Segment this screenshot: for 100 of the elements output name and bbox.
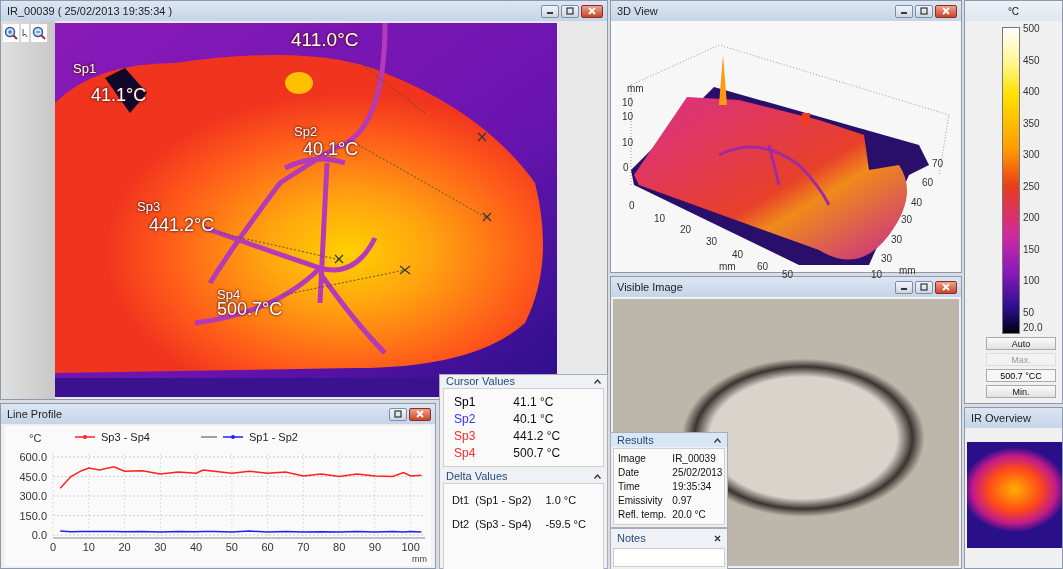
delta-name: Dt1 (Sp1 - Sp2) [452,494,532,506]
scale-button[interactable]: Auto [986,337,1056,350]
axis-tick-label: 30 [891,234,903,245]
scale-tick-label: 100 [1023,275,1040,286]
collapse-icon[interactable] [594,378,601,384]
axis-tick-label: 30 [706,236,718,247]
restore-icon [920,283,928,291]
minimize-button[interactable] [895,4,913,18]
scale-tick-label: 250 [1023,180,1040,192]
close-button[interactable] [935,280,957,294]
axis-tick-label: 0 [629,200,635,211]
collapse-icon[interactable] [714,437,721,443]
scale-tick-label: 500 [1023,23,1040,34]
axis-tick-label: 0 [623,162,629,173]
close-icon [416,410,424,418]
value-field[interactable]: 500.7 °CC [986,369,1056,382]
window-title: Visible Image [617,281,684,293]
axis-tick-label: mm [627,83,644,94]
axis-tick-label: 30 [881,253,893,264]
max-temperature-label: 411.0°C [291,29,359,51]
axis-tick-label: 50 [782,269,794,280]
close-icon [942,283,950,291]
axis-tick-label: 80 [333,541,346,553]
collapse-icon[interactable] [594,473,601,479]
restore-icon [394,410,402,418]
pointer-icon[interactable] [21,24,29,42]
axis-tick-label: 0 [49,541,57,553]
axis-tick-label: 30 [154,541,167,553]
spot-name: Sp1 [454,395,476,409]
close-button[interactable] [581,4,603,18]
axis-tick-label: 10 [622,137,634,148]
spot-value: 500.7 °C [513,446,561,460]
result-value: IR_00039 [672,453,717,464]
result-value: 19:35:34 [672,481,713,492]
window-title: IR_00039 ( 25/02/2013 19:35:34 ) [7,5,174,17]
scale-tick-label: 50 [1023,306,1035,318]
window-title: 3D View [617,5,659,17]
result-label: Emissivity [618,495,664,506]
axis-tick-label: 30 [901,214,913,225]
legend-item-icon [222,435,244,439]
scale-tick-label: 300 [1023,149,1040,160]
zoom-in-icon[interactable] [3,24,19,42]
scale-tick-label: 150 [1023,243,1040,255]
restore-button[interactable] [561,4,579,18]
close-icon [588,7,596,15]
scale-tick-label: 400 [1023,86,1040,97]
minimize-button[interactable] [541,4,559,18]
window-title: IR Overview [971,412,1032,424]
panel-title: Results [617,434,654,446]
scale-tick-label: 20.0 [1023,322,1043,333]
spot-temperature: 441.2°C [149,215,215,236]
spot-name: Sp1 [73,61,97,76]
axis-tick-label: 70 [932,158,944,169]
axis-tick-label: 40 [189,541,203,553]
restore-button[interactable] [389,407,407,421]
close-icon [942,7,950,15]
axis-tick-label: 600.0 [19,451,47,463]
close-button[interactable] [935,4,957,18]
axis-tick-label: 40 [911,197,923,208]
axis-tick-label: 150.0 [19,509,47,522]
legend-item-icon [74,435,96,439]
restore-icon [920,7,928,15]
spot-name: Sp4 [454,446,476,460]
scale-button[interactable]: Min. [986,385,1056,398]
axis-tick-label: 10 [871,269,883,280]
axis-tick-label: 100 [401,541,420,553]
delta-name: Dt2 (Sp3 - Sp4) [452,518,532,530]
panel-title: Notes [617,532,646,544]
axis-tick-label: 60 [261,541,274,553]
spot-name: Sp3 [454,429,476,443]
axis-tick-label: 60 [922,177,934,188]
restore-button[interactable] [915,4,933,18]
close-button[interactable] [409,407,431,421]
axis-tick-label: 50 [225,541,238,553]
minimize-button[interactable] [895,280,913,294]
axis-tick-label: 10 [622,111,634,122]
axis-tick-label: 10 [82,541,95,553]
notes-field[interactable] [613,548,725,567]
axis-tick-label: 10 [622,97,634,108]
spot-value: 441.2 °C [513,429,561,443]
unit-label: °C [1007,5,1020,17]
result-label: Image [618,453,647,464]
restore-icon [566,7,574,15]
spot-value: 41.1 °C [513,395,555,409]
result-value: 20.0 °C [672,509,707,520]
restore-button[interactable] [915,280,933,294]
close-icon[interactable] [714,534,721,542]
axis-tick-label: 450.0 [19,470,47,483]
zoom-out-icon[interactable] [31,24,47,42]
axis-tick-label: 10 [654,213,666,224]
panel-title: Cursor Values [446,375,515,387]
result-value: 0.97 [672,495,693,506]
axis-tick-label: 40 [732,249,744,260]
axis-tick-label: 70 [297,541,310,553]
axis-tick-label: 20 [118,541,131,553]
axis-tick-label: 20 [680,224,692,235]
scale-tick-label: 450 [1023,54,1040,66]
result-value: 25/02/2013 [672,467,723,478]
panel-title: Delta Values [446,470,508,482]
spot-name: Sp3 [137,199,161,214]
